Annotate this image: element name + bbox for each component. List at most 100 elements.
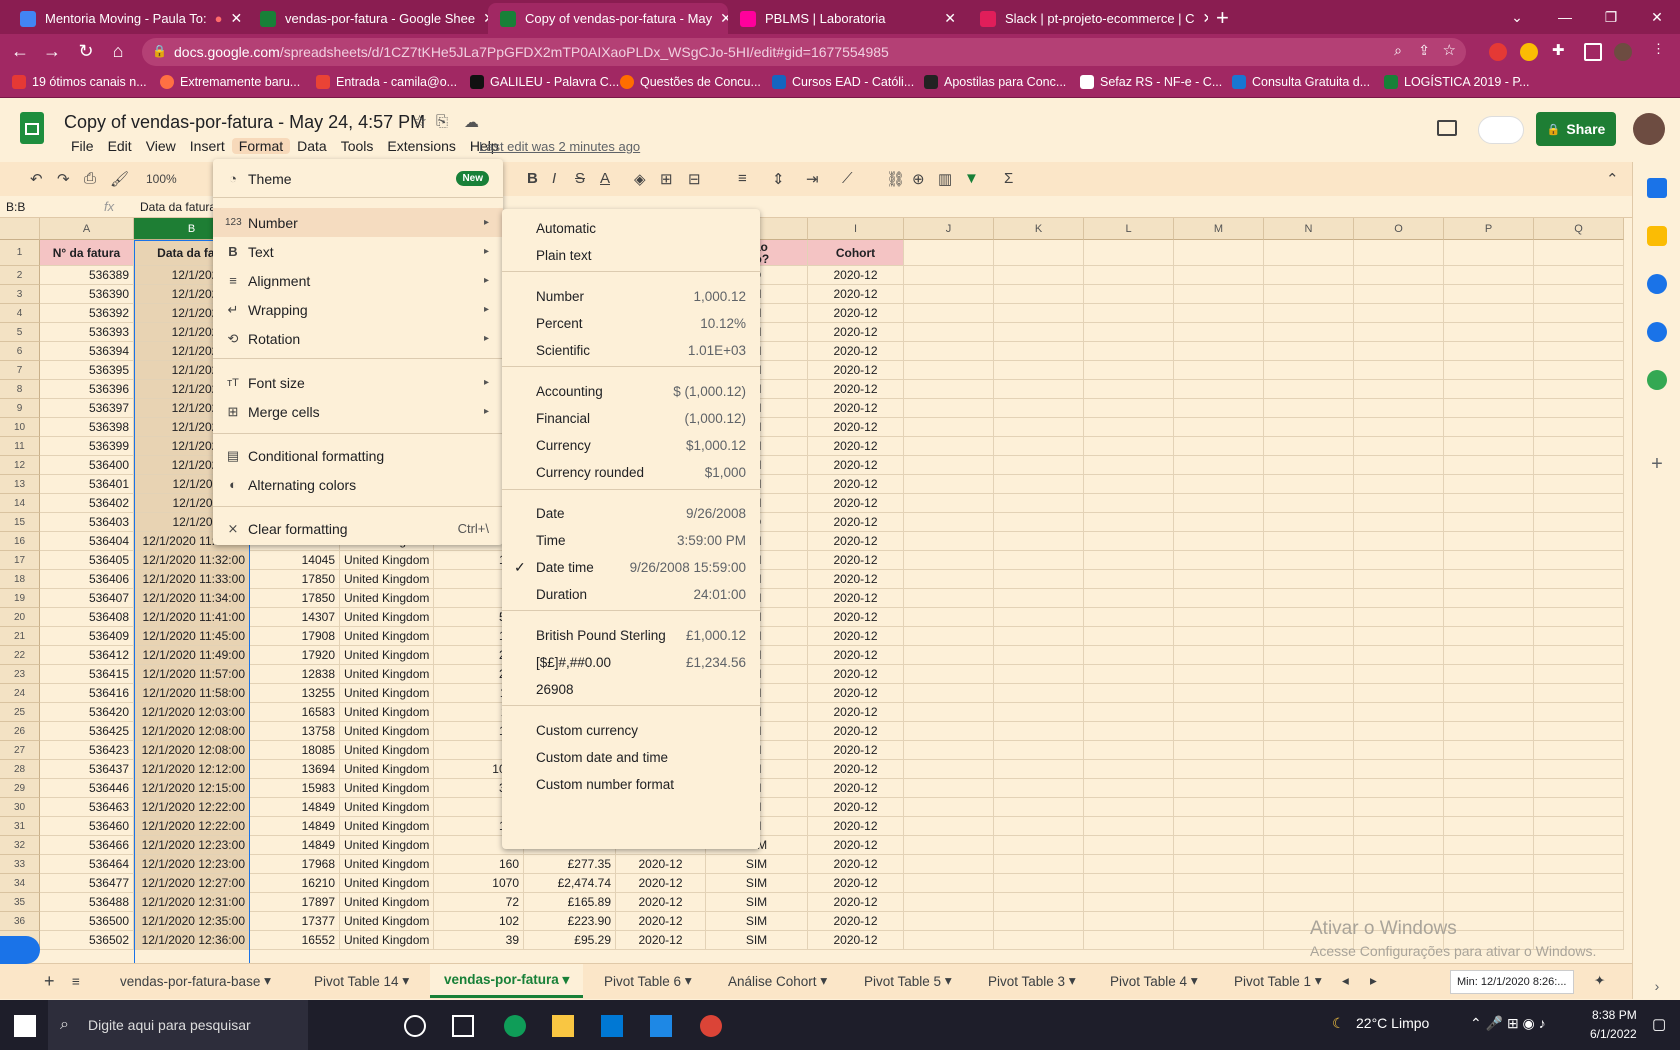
- table-cell[interactable]: 2020-12: [808, 665, 904, 684]
- empty-cell[interactable]: [1534, 570, 1624, 589]
- bold-icon[interactable]: B: [527, 170, 538, 187]
- table-cell[interactable]: 12/1/2020 12:23:00: [134, 855, 250, 874]
- row-header[interactable]: 32: [0, 836, 40, 855]
- empty-cell[interactable]: [1354, 893, 1444, 912]
- table-cell[interactable]: 2020-12: [808, 304, 904, 323]
- empty-cell[interactable]: [1354, 741, 1444, 760]
- empty-cell[interactable]: [994, 285, 1084, 304]
- table-cell[interactable]: 2020-12: [616, 874, 706, 893]
- table-cell[interactable]: 2020-12: [808, 551, 904, 570]
- table-cell[interactable]: 2020-12: [808, 418, 904, 437]
- column-header-n[interactable]: N: [1264, 218, 1354, 240]
- table-cell[interactable]: United Kingdom: [340, 608, 434, 627]
- home-icon[interactable]: ⌂: [106, 41, 130, 62]
- table-cell[interactable]: 2020-12: [808, 285, 904, 304]
- empty-cell[interactable]: [1354, 418, 1444, 437]
- empty-cell[interactable]: [1444, 646, 1534, 665]
- row-header[interactable]: 36: [0, 912, 40, 931]
- empty-cell[interactable]: [1264, 304, 1354, 323]
- empty-cell[interactable]: [1084, 912, 1174, 931]
- empty-cell[interactable]: [994, 475, 1084, 494]
- column-header-p[interactable]: P: [1444, 218, 1534, 240]
- number-format-option[interactable]: Date 9/26/2008: [502, 499, 760, 528]
- empty-cell[interactable]: [1174, 703, 1264, 722]
- empty-cell[interactable]: [904, 722, 994, 741]
- empty-cell[interactable]: [1084, 665, 1174, 684]
- empty-cell[interactable]: [1354, 513, 1444, 532]
- empty-cell[interactable]: [1264, 741, 1354, 760]
- format-wrapping[interactable]: ↵ Wrapping ▸: [213, 295, 503, 324]
- empty-cell[interactable]: [1084, 342, 1174, 361]
- empty-cell[interactable]: [904, 494, 994, 513]
- empty-cell[interactable]: [1354, 361, 1444, 380]
- row-header[interactable]: 2: [0, 266, 40, 285]
- reload-icon[interactable]: ↻: [74, 41, 98, 62]
- empty-cell[interactable]: [1354, 437, 1444, 456]
- empty-cell[interactable]: [1174, 456, 1264, 475]
- table-cell[interactable]: 536425: [40, 722, 134, 741]
- table-cell[interactable]: 536403: [40, 513, 134, 532]
- taskbar-search[interactable]: ⌕ Digite aqui para pesquisar: [48, 1000, 308, 1050]
- row-header[interactable]: 10: [0, 418, 40, 437]
- empty-cell[interactable]: [904, 513, 994, 532]
- table-cell[interactable]: 536402: [40, 494, 134, 513]
- empty-cell[interactable]: [994, 931, 1084, 950]
- zoom-icon[interactable]: ⌕: [1394, 42, 1402, 59]
- redo-icon[interactable]: ↷: [57, 170, 70, 188]
- empty-cell[interactable]: [994, 703, 1084, 722]
- empty-cell[interactable]: [1264, 342, 1354, 361]
- table-cell[interactable]: United Kingdom: [340, 855, 434, 874]
- empty-cell[interactable]: [904, 532, 994, 551]
- row-header[interactable]: 31: [0, 817, 40, 836]
- sheets-logo-icon[interactable]: [20, 112, 44, 144]
- empty-cell[interactable]: [994, 627, 1084, 646]
- empty-cell[interactable]: [1534, 722, 1624, 741]
- empty-cell[interactable]: [1534, 285, 1624, 304]
- table-cell[interactable]: 72: [434, 893, 524, 912]
- empty-cell[interactable]: [1174, 722, 1264, 741]
- name-box[interactable]: B:B: [6, 200, 25, 214]
- table-cell[interactable]: 12/1/2020 12:03:00: [134, 703, 250, 722]
- star-icon[interactable]: ☆: [412, 112, 427, 132]
- table-cell[interactable]: 12/1/2020 11:45:00: [134, 627, 250, 646]
- edge-icon[interactable]: [504, 1015, 526, 1037]
- format-text[interactable]: B Text ▸: [213, 237, 503, 266]
- empty-cell[interactable]: [1084, 240, 1174, 266]
- empty-cell[interactable]: [1264, 665, 1354, 684]
- table-cell[interactable]: £277.35: [524, 855, 616, 874]
- sheet-tab[interactable]: Pivot Table 3 ▾: [988, 964, 1076, 998]
- empty-cell[interactable]: [1444, 513, 1534, 532]
- number-format-option[interactable]: Accounting $ (1,000.12): [502, 377, 760, 406]
- empty-cell[interactable]: [1084, 817, 1174, 836]
- empty-cell[interactable]: [1534, 798, 1624, 817]
- table-cell[interactable]: 2020-12: [808, 513, 904, 532]
- forward-icon[interactable]: →: [40, 41, 64, 62]
- table-cell[interactable]: 536423: [40, 741, 134, 760]
- table-cell[interactable]: 12/1/2020 12:35:00: [134, 912, 250, 931]
- empty-cell[interactable]: [1354, 722, 1444, 741]
- table-cell[interactable]: United Kingdom: [340, 627, 434, 646]
- empty-cell[interactable]: [1354, 665, 1444, 684]
- extension-icon[interactable]: [1520, 43, 1538, 61]
- empty-cell[interactable]: [1174, 684, 1264, 703]
- empty-cell[interactable]: [1444, 836, 1534, 855]
- empty-cell[interactable]: [1174, 608, 1264, 627]
- table-cell[interactable]: 12838: [250, 665, 340, 684]
- empty-cell[interactable]: [1084, 380, 1174, 399]
- empty-cell[interactable]: [1084, 513, 1174, 532]
- empty-cell[interactable]: [1534, 551, 1624, 570]
- empty-cell[interactable]: [1444, 266, 1534, 285]
- chrome-icon[interactable]: [700, 1015, 722, 1037]
- empty-cell[interactable]: [1534, 646, 1624, 665]
- table-cell[interactable]: 12/1/2020 12:31:00: [134, 893, 250, 912]
- empty-cell[interactable]: [994, 855, 1084, 874]
- empty-cell[interactable]: [1354, 798, 1444, 817]
- empty-cell[interactable]: [1354, 399, 1444, 418]
- table-cell[interactable]: 536390: [40, 285, 134, 304]
- empty-cell[interactable]: [1444, 817, 1534, 836]
- empty-cell[interactable]: [1174, 912, 1264, 931]
- empty-cell[interactable]: [1264, 513, 1354, 532]
- row-header[interactable]: 25: [0, 703, 40, 722]
- empty-cell[interactable]: [1444, 570, 1534, 589]
- table-cell[interactable]: 536437: [40, 760, 134, 779]
